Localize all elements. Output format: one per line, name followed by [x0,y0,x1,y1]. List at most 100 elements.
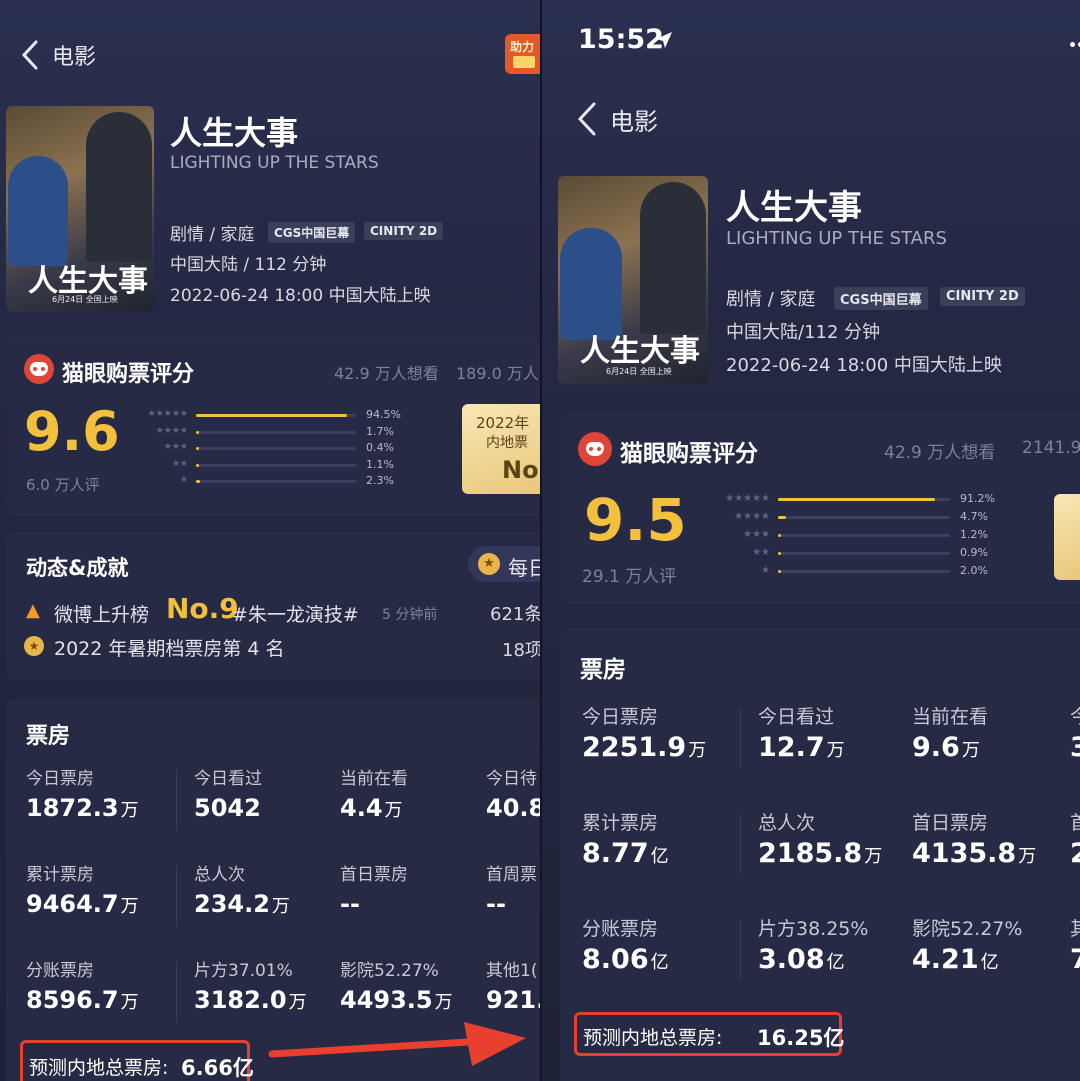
stat-value: 2 [1070,838,1080,869]
star-rating-icon: ★ [179,475,188,485]
weibo-time: 5 分钟前 [382,607,438,623]
rating-bar-track [196,414,356,417]
star-rating-icon: ★★★ [743,529,770,540]
stat-label: 今 [1070,702,1080,729]
assist-badge[interactable]: 助力 [505,34,540,74]
rating-title: 猫眼购票评分 [620,441,758,467]
stat-number: 3.08 [758,944,825,975]
seen-count: 2141.9 [1022,438,1080,458]
back-button[interactable]: 电影 [20,38,96,72]
stat-label: 片方37.01% [194,961,293,981]
movie-title-en: LIGHTING UP THE STARS [726,228,947,249]
star-rating-icon: ★★★★ [155,425,188,436]
tag-cinity: CINITY 2D [364,222,444,240]
trophy-icon: ★ [24,636,44,656]
rating-percent: 1.7% [366,424,394,438]
stat-number: 3 [1070,732,1080,763]
chevron-left-icon [577,102,596,136]
maoyan-logo-icon [24,354,54,384]
stat-value: 2185.8 万 [758,838,882,869]
stat-unit: 万 [961,740,980,761]
stat-unit: 万 [826,740,845,761]
rating-percent: 0.9% [960,546,988,559]
rating-bar-track [778,516,950,519]
location-arrow-icon [656,32,672,48]
rating-card[interactable]: 猫眼购票评分 42.9 万人想看 2141.9 9.5 29.1 万人评 ★★★… [560,412,1080,604]
star-rating-icon: ★ [761,565,770,576]
stat-value: -- [340,890,362,918]
rating-bar-track [778,570,950,573]
stat-unit: 亿 [826,952,845,973]
star-rating-icon: ★★★★★ [147,409,188,419]
stat-label: 今日票房 [582,706,659,728]
stat-value: 9464.7 万 [26,890,139,918]
column-divider [176,962,177,1022]
stat-label: 累计票房 [26,865,94,885]
rating-percent: 2.3% [366,474,394,487]
stat-value: 3.08 亿 [758,944,845,975]
rating-count: 6.0 万人评 [26,476,100,494]
dynamics-title: 动态&成就 [26,556,129,580]
left-screenshot: 电影 助力 人生大事 6月24日 全国上映 人生大事 LIGHTING UP T… [0,0,540,1081]
stat-value: 4135.8 万 [912,838,1036,869]
summer-rank: 2022 年暑期档票房第 4 名 [54,638,285,660]
stat-value: 234.2 万 [194,890,290,918]
star-rating-icon: ★★★ [163,442,188,452]
stat-value: 2251.9 万 [582,732,706,763]
stat-label: 今日看过 [194,769,262,789]
movie-poster[interactable]: 人生大事 6月24日 全国上映 [558,176,708,384]
rating-bar-fill [196,463,199,467]
stat-number: -- [486,890,506,918]
award-badge[interactable] [1054,494,1080,580]
stat-value: 40.8 [486,794,540,822]
movie-poster[interactable]: 人生大事 6月24日 全国上映 [6,106,154,312]
rating-score: 9.6 [24,400,120,463]
stat-unit: 万 [120,896,139,917]
forecast-label: 预测内地总票房: [29,1057,169,1079]
back-button[interactable]: 电影 [576,100,658,138]
stat-label: 片方38.25% [758,918,869,940]
stat-value: -- [486,890,508,918]
award-badge[interactable]: 2022年 内地票 No. [462,404,540,494]
rating-bar-fill [778,516,787,519]
rating-percent: 0.4% [366,441,394,454]
movie-title: 人生大事 [170,114,299,152]
seen-count: 189.0 万人 [456,364,539,383]
stat-number: 7 [1070,944,1080,975]
stat-number: 2185.8 [758,838,863,869]
stat-number: 2 [1070,838,1080,869]
column-divider [740,920,741,980]
rating-bar-fill [778,534,781,537]
award-year: 2022年 [476,414,530,432]
column-divider [176,866,177,926]
poster-date: 6月24日 全国上映 [52,295,118,304]
summer-count: 18项 [502,640,540,661]
stat-label: 当前在看 [340,769,408,789]
stat-label: 今日看过 [758,706,835,728]
movie-title: 人生大事 [726,188,862,228]
daily-chip-label: 每日 [508,556,540,580]
star-rating-icon: ★★ [171,458,188,469]
stat-number: 8.06 [582,944,649,975]
stat-number: 4.21 [912,944,979,975]
rating-bar-fill [778,498,935,501]
rating-bar-track [778,498,950,501]
rating-card[interactable]: 猫眼购票评分 42.9 万人想看 189.0 万人 9.6 6.0 万人评 ★★… [6,338,540,516]
rating-bar-fill [196,447,199,450]
stat-value: 9.6 万 [912,732,980,763]
weibo-prefix: 微博上升榜 [54,604,150,626]
rating-bar-track [196,447,356,450]
movie-genre: 剧情 / 家庭 [170,225,255,245]
stat-unit: 万 [864,846,883,867]
stat-number: 5042 [194,794,261,822]
rating-bar-fill [196,480,200,483]
rating-percent: 1.2% [960,528,988,541]
stat-label: 今日票房 [26,769,94,789]
dynamics-card[interactable]: 动态&成就 ★ 每日 ▲ 微博上升榜 No.9 #朱一龙演技# 5 分钟前 62… [6,532,540,680]
daily-chip[interactable]: ★ 每日 [468,546,540,582]
stat-label: 分账票房 [26,961,94,981]
award-sub: 内地票 [486,435,528,451]
movie-region-duration: 中国大陆 / 112 分钟 [170,255,327,275]
star-rating-icon: ★★★★★ [725,493,770,504]
tag-cgs: CGS中国巨幕 [834,287,928,310]
